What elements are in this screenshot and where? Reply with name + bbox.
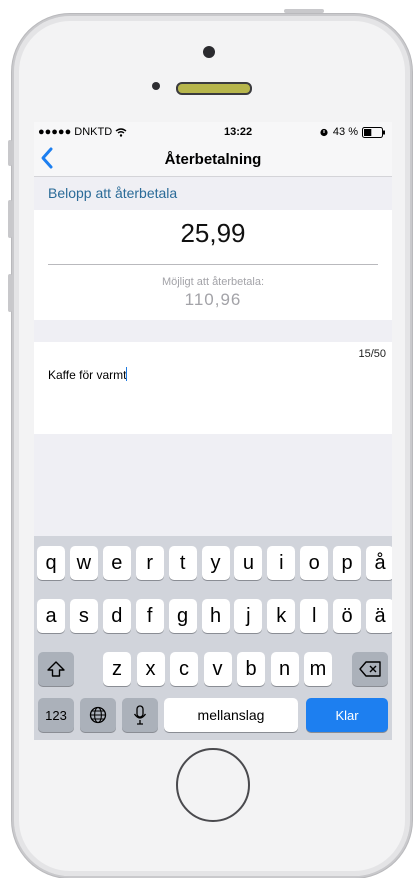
- key-x[interactable]: x: [136, 652, 165, 686]
- text-caret: [126, 367, 128, 381]
- keyboard: qwertyuiopå asdfghjklöä zxcvbnm 123 mell…: [34, 536, 392, 740]
- key-m[interactable]: m: [304, 652, 332, 686]
- key-r[interactable]: r: [135, 546, 164, 580]
- battery-percent: 43 %: [332, 126, 358, 138]
- power-button: [284, 9, 324, 13]
- clock: 13:22: [223, 126, 253, 138]
- key-p[interactable]: p: [333, 546, 362, 580]
- key-d[interactable]: d: [102, 599, 131, 633]
- globe-icon: [89, 706, 107, 724]
- character-counter: 15/50: [358, 348, 386, 360]
- numbers-key[interactable]: 123: [38, 698, 74, 732]
- carrier-label: ●●●●● DNKTD: [38, 126, 113, 138]
- key-z[interactable]: z: [103, 652, 131, 686]
- key-c[interactable]: c: [170, 652, 198, 686]
- status-bar: ●●●●● DNKTD 13:22 43 %: [34, 122, 392, 142]
- delete-icon: [359, 661, 381, 677]
- note-field[interactable]: 15/50 Kaffe för varmt: [34, 342, 392, 434]
- key-q[interactable]: q: [37, 546, 65, 580]
- key-l[interactable]: l: [300, 599, 329, 633]
- note-text: Kaffe för varmt: [48, 368, 127, 382]
- shift-key[interactable]: [38, 652, 74, 686]
- key-b[interactable]: b: [237, 652, 265, 686]
- key-n[interactable]: n: [270, 652, 299, 686]
- key-y[interactable]: y: [201, 546, 230, 580]
- amount-card: 25,99 Möjligt att återbetala: 110,96: [34, 210, 392, 320]
- proximity-sensor: [152, 82, 160, 90]
- key-o[interactable]: o: [300, 546, 329, 580]
- possible-refund-value: 110,96: [184, 290, 242, 309]
- wifi-icon: [115, 127, 127, 137]
- key-s[interactable]: s: [69, 599, 98, 633]
- done-key[interactable]: Klar: [306, 698, 388, 732]
- earpiece-speaker: [176, 82, 252, 95]
- key-h[interactable]: h: [201, 599, 230, 633]
- key-i[interactable]: i: [267, 546, 296, 580]
- front-camera: [203, 46, 215, 58]
- volume-up-button: [8, 200, 12, 238]
- key-t[interactable]: t: [168, 546, 197, 580]
- key-f[interactable]: f: [135, 599, 164, 633]
- key-k[interactable]: k: [267, 599, 296, 633]
- shift-icon: [47, 661, 65, 677]
- key-g[interactable]: g: [168, 599, 197, 633]
- note-text-wrapper: Kaffe för varmt: [48, 367, 128, 382]
- key-j[interactable]: j: [234, 599, 263, 633]
- amount-underline: [48, 264, 378, 265]
- screen: ●●●●● DNKTD 13:22 43 % Återbetalning Bel…: [34, 122, 392, 740]
- key-v[interactable]: v: [203, 652, 232, 686]
- navigation-bar: Återbetalning: [34, 142, 392, 177]
- amount-input[interactable]: 25,99: [34, 218, 392, 249]
- section-label: Belopp att återbetala: [34, 177, 392, 210]
- globe-key[interactable]: [80, 698, 116, 732]
- possible-refund-label: Möjligt att återbetala:: [161, 276, 265, 288]
- microphone-icon: [133, 705, 147, 725]
- key-e[interactable]: e: [102, 546, 131, 580]
- key-u[interactable]: u: [234, 546, 263, 580]
- key-å[interactable]: å: [366, 546, 392, 580]
- mute-switch: [8, 140, 12, 166]
- battery-icon: [361, 126, 385, 138]
- alarm-icon: [320, 128, 328, 137]
- key-ö[interactable]: ö: [333, 599, 362, 633]
- home-button[interactable]: [176, 748, 250, 822]
- microphone-key[interactable]: [122, 698, 158, 732]
- space-key[interactable]: mellanslag: [164, 698, 298, 732]
- volume-down-button: [8, 274, 12, 312]
- key-w[interactable]: w: [69, 546, 98, 580]
- key-a[interactable]: a: [37, 599, 65, 633]
- page-title: Återbetalning: [164, 151, 262, 168]
- key-ä[interactable]: ä: [366, 599, 392, 633]
- delete-key[interactable]: [352, 652, 388, 686]
